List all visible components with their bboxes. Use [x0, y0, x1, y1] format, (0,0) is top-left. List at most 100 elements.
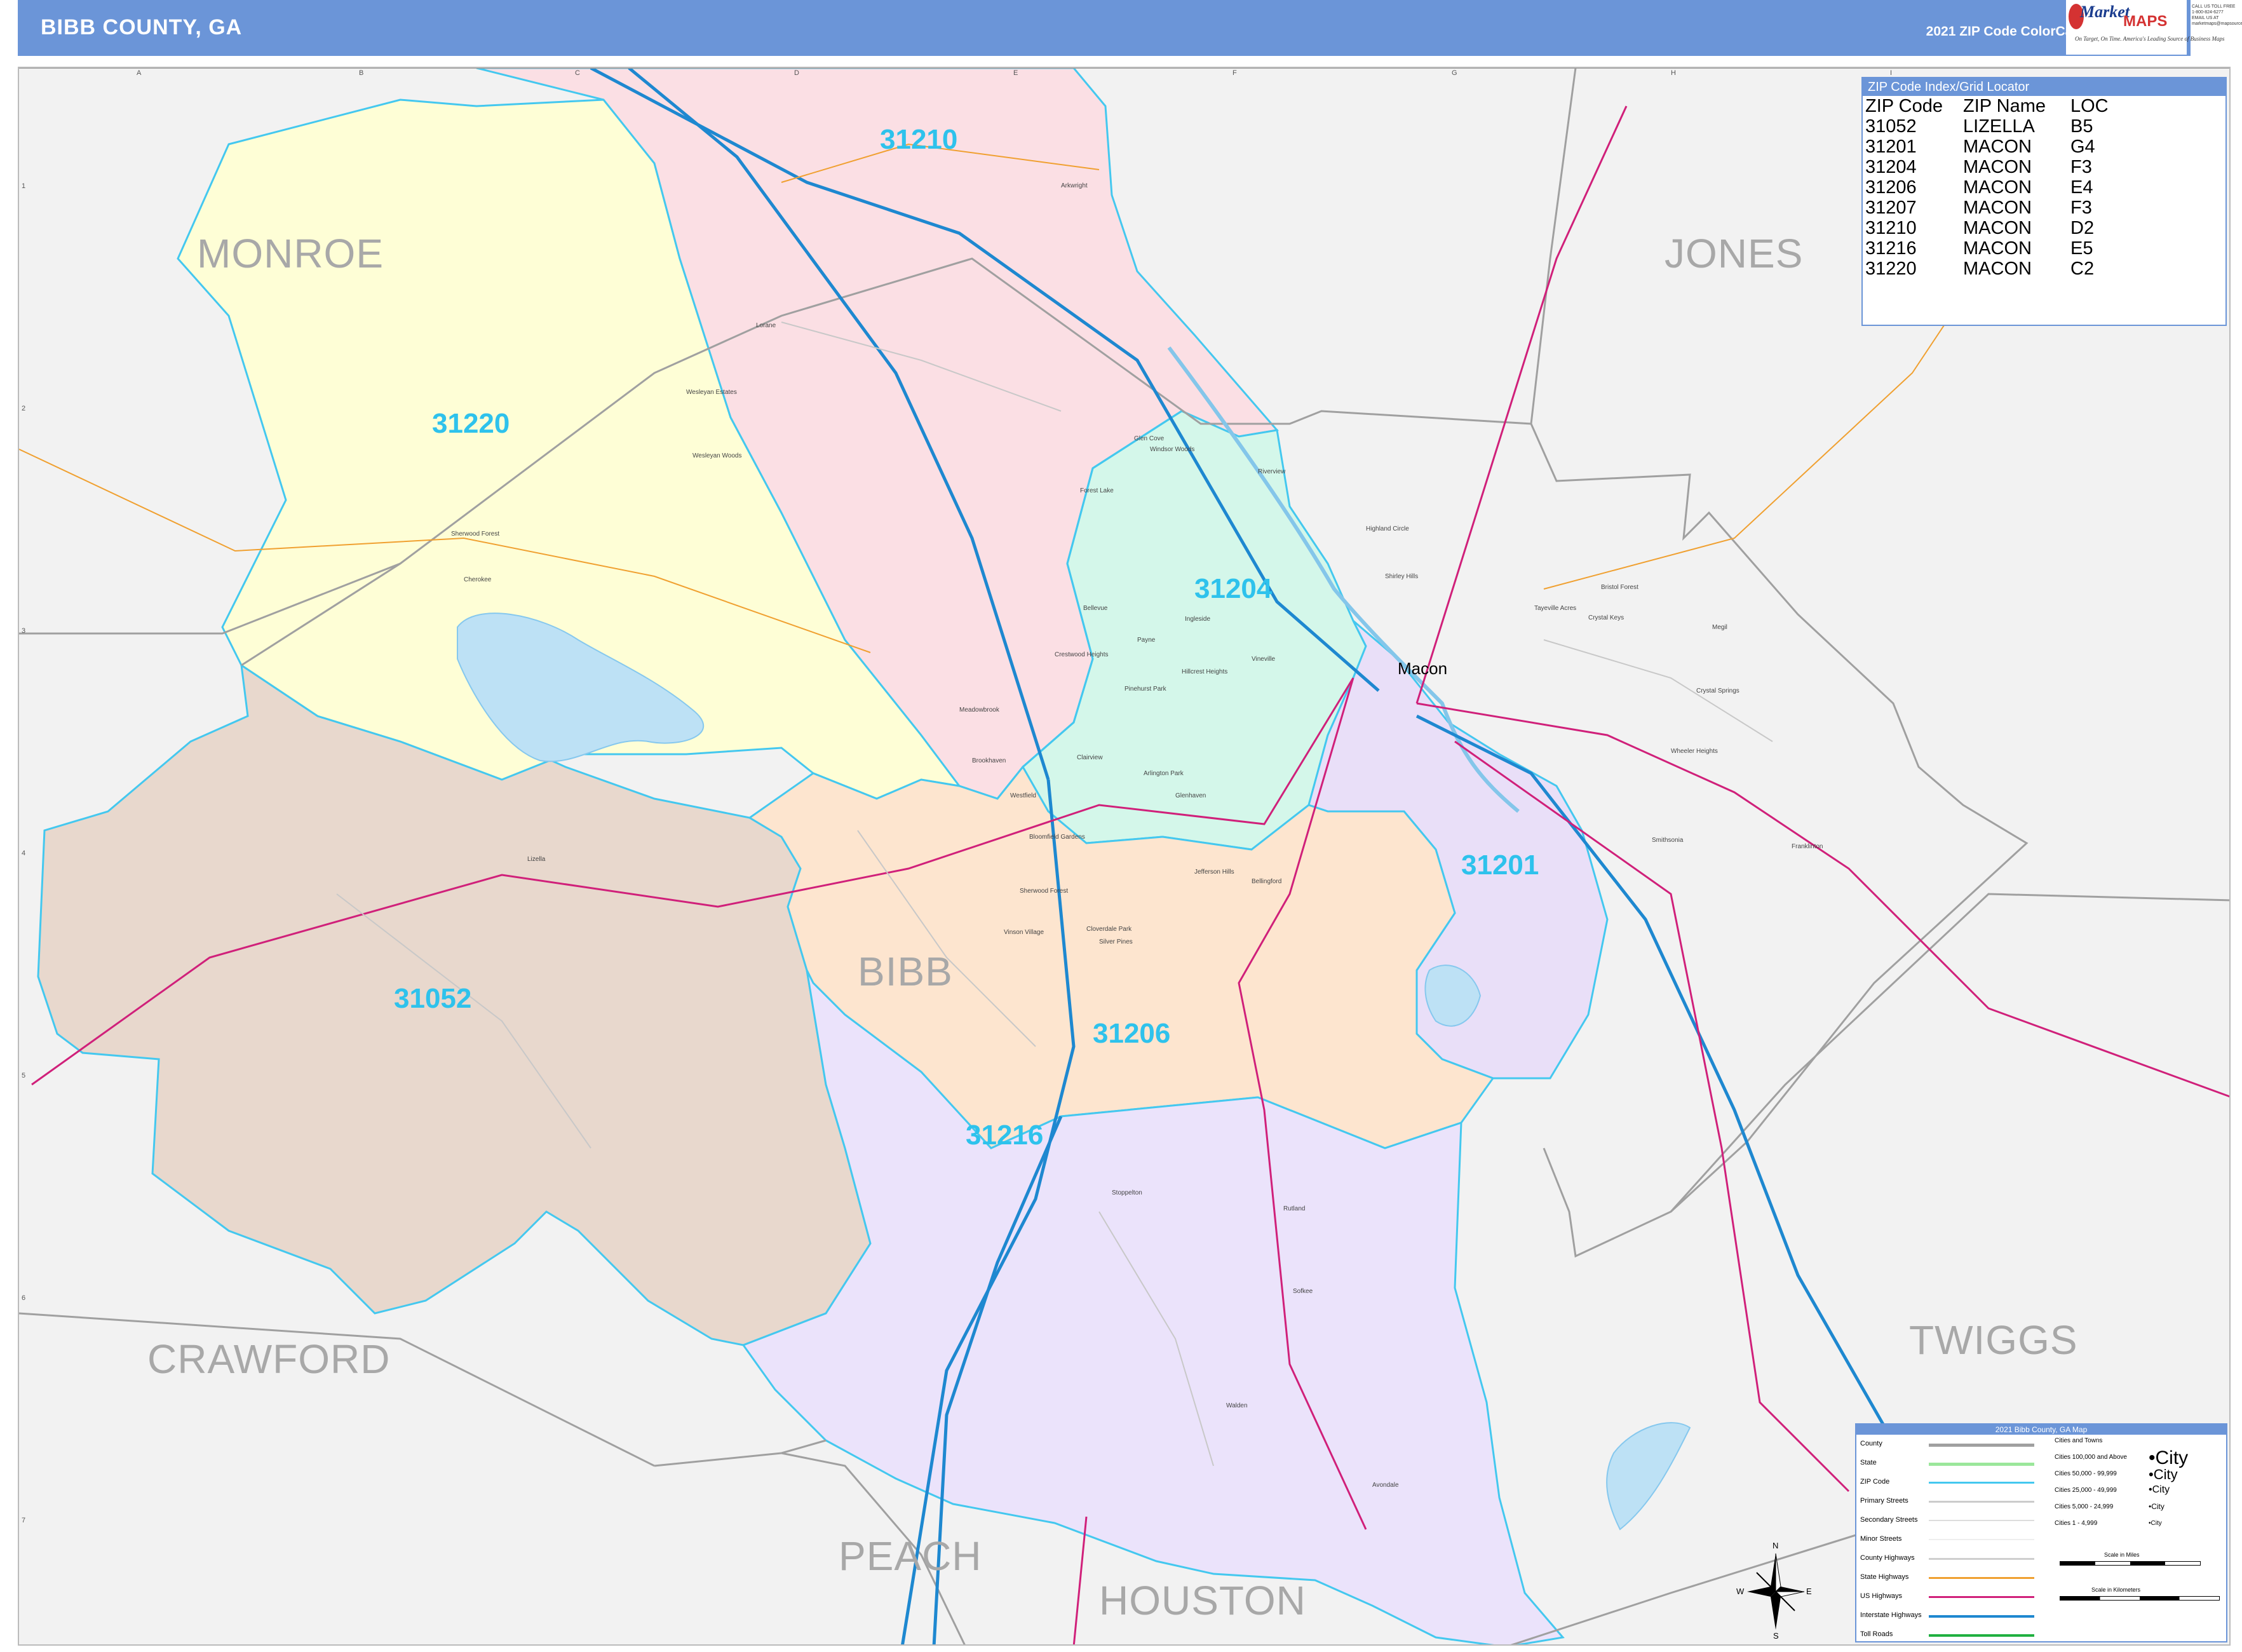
market-maps-logo: Market MAPS On Target, On Time. America'…	[2066, 0, 2225, 55]
zip-index-header-row: ZIP Code ZIP Name LOC	[1864, 96, 2110, 116]
place-crestwood-heights: Crestwood Heights	[1055, 651, 1109, 658]
place-payne: Payne	[1137, 637, 1156, 644]
legend-swatch-interstate	[1929, 1615, 2034, 1618]
place-rutland: Rutland	[1283, 1205, 1306, 1212]
place-franklinton: Franklinton	[1792, 843, 1823, 850]
loc-cell: E4	[2070, 177, 2093, 198]
place-sofkee: Sofkee	[1293, 1288, 1313, 1295]
zip-label-31206: 31206	[1093, 1018, 1171, 1049]
table-row[interactable]: 31201 MACON G4	[1864, 137, 2110, 157]
county-label-bibb: BIBB	[858, 949, 953, 994]
place-crystal-springs: Crystal Springs	[1696, 687, 1739, 694]
name-cell: MACON	[1963, 259, 2032, 279]
legend-label-zip: ZIP Code	[1860, 1478, 1890, 1486]
grid-letter-g: G	[1452, 69, 1457, 77]
legend-city-sample-2: •City	[2149, 1466, 2178, 1482]
zip-label-31052: 31052	[394, 983, 472, 1014]
county-label-crawford: CRAWFORD	[147, 1336, 391, 1382]
place-highland-circle: Highland Circle	[1366, 525, 1409, 532]
legend-label-state-hwy: State Highways	[1860, 1573, 1909, 1581]
table-row[interactable]: 31216 MACON E5	[1864, 238, 2110, 259]
legend-city-class-3: Cities 25,000 - 49,999	[2055, 1487, 2117, 1494]
place-brookhaven: Brookhaven	[972, 757, 1006, 764]
place-cloverdale-park: Cloverdale Park	[1086, 926, 1132, 933]
legend-city-sample-5: •City	[2149, 1520, 2162, 1527]
legend-label-secondary: Secondary Streets	[1860, 1516, 1918, 1524]
city-label-macon[interactable]: Macon	[1398, 659, 1447, 679]
place-bloomfield-gardens: Bloomfield Gardens	[1029, 834, 1085, 841]
legend-city-class-5: Cities 1 - 4,999	[2055, 1520, 2098, 1527]
grid-letter-a: A	[137, 69, 142, 77]
place-riverview: Riverview	[1258, 468, 1286, 475]
legend-swatch-county	[1929, 1444, 2034, 1447]
legend-swatch-zip	[1929, 1482, 2034, 1484]
place-lizella: Lizella	[527, 856, 546, 863]
place-smithsonia: Smithsonia	[1652, 837, 1684, 844]
name-cell: MACON	[1963, 137, 2032, 157]
scale-km-label: Scale in Kilometers	[2091, 1587, 2141, 1593]
place-crystal-keys: Crystal Keys	[1588, 614, 1624, 621]
us-highway-41-south	[1072, 1516, 1088, 1644]
zip-label-31220: 31220	[432, 408, 510, 439]
legend-swatch-toll	[1929, 1634, 2034, 1637]
table-row[interactable]: 31210 MACON D2	[1864, 218, 2110, 238]
zip-label-31210: 31210	[880, 124, 958, 155]
place-meadowbrook: Meadowbrook	[959, 707, 999, 714]
grid-number-3: 3	[22, 627, 26, 635]
county-border-jones	[1530, 68, 1577, 424]
county-border-twiggs-houston	[1510, 1528, 1875, 1644]
col-header-loc: LOC	[2070, 96, 2109, 116]
compass-north: N	[1773, 1541, 1779, 1550]
legend-swatch-us-hwy	[1929, 1596, 2034, 1598]
legend-city-sample-4: •City	[2149, 1502, 2164, 1511]
grid-number-5: 5	[22, 1072, 26, 1080]
zip-index-panel: ZIP Code Index/Grid Locator ZIP Code ZIP…	[1861, 77, 2227, 326]
place-ingleside: Ingleside	[1185, 616, 1211, 623]
place-wheeler-heights: Wheeler Heights	[1671, 748, 1718, 755]
loc-cell: E5	[2070, 238, 2093, 259]
name-cell: MACON	[1963, 238, 2032, 259]
title-bar: BIBB COUNTY, GA 2021 ZIP Code ColorCast …	[18, 0, 2191, 56]
legend-swatch-primary	[1929, 1501, 2034, 1503]
legend-cities-header: Cities and Towns	[2055, 1437, 2103, 1444]
legend-swatch-minor	[1929, 1539, 2034, 1540]
name-cell: MACON	[1963, 218, 2032, 238]
place-vineville: Vineville	[1252, 656, 1276, 663]
grid-letter-h: H	[1671, 69, 1676, 77]
table-row[interactable]: 31052 LIZELLA B5	[1864, 116, 2110, 137]
table-row[interactable]: 31204 MACON F3	[1864, 157, 2110, 177]
place-jefferson-hills: Jefferson Hills	[1194, 869, 1234, 876]
place-vinson-village: Vinson Village	[1004, 929, 1044, 936]
compass-south: S	[1773, 1631, 1779, 1641]
place-shirley-hills: Shirley Hills	[1385, 573, 1419, 580]
legend-swatch-state-hwy	[1929, 1577, 2034, 1579]
zip-cell: 31201	[1865, 137, 1917, 157]
name-cell: MACON	[1963, 157, 2032, 177]
legend-swatch-secondary	[1929, 1520, 2034, 1521]
table-row[interactable]: 31206 MACON E4	[1864, 177, 2110, 198]
county-border-peach	[654, 1439, 827, 1467]
county-label-monroe: MONROE	[197, 231, 384, 276]
place-bellingford: Bellingford	[1252, 878, 1282, 885]
legend-city-class-2: Cities 50,000 - 99,999	[2055, 1470, 2117, 1477]
place-forest-lake: Forest Lake	[1080, 487, 1114, 494]
table-row[interactable]: 31207 MACON F3	[1864, 198, 2110, 218]
grid-number-6: 6	[22, 1294, 26, 1302]
loc-cell: C2	[2070, 259, 2095, 279]
loc-cell: D2	[2070, 218, 2095, 238]
compass-east: E	[1806, 1587, 1812, 1596]
place-arlington-park: Arlington Park	[1144, 770, 1184, 777]
table-row[interactable]: 31220 MACON C2	[1864, 259, 2110, 279]
place-lorane: Lorane	[756, 322, 776, 329]
place-megil: Megil	[1712, 624, 1727, 631]
loc-cell: F3	[2070, 157, 2092, 177]
zip-cell: 31206	[1865, 177, 1917, 198]
grid-letter-i: I	[1890, 69, 1893, 77]
zip-cell: 31204	[1865, 157, 1917, 177]
lake-jones	[1606, 1422, 1691, 1531]
county-label-twiggs: TWIGGS	[1909, 1317, 2078, 1363]
place-bristol-forest: Bristol Forest	[1601, 584, 1638, 591]
place-windsor-woods: Windsor Woods	[1150, 446, 1195, 453]
zip-cell: 31052	[1865, 116, 1917, 137]
place-glen-cove: Glen Cove	[1134, 435, 1165, 442]
